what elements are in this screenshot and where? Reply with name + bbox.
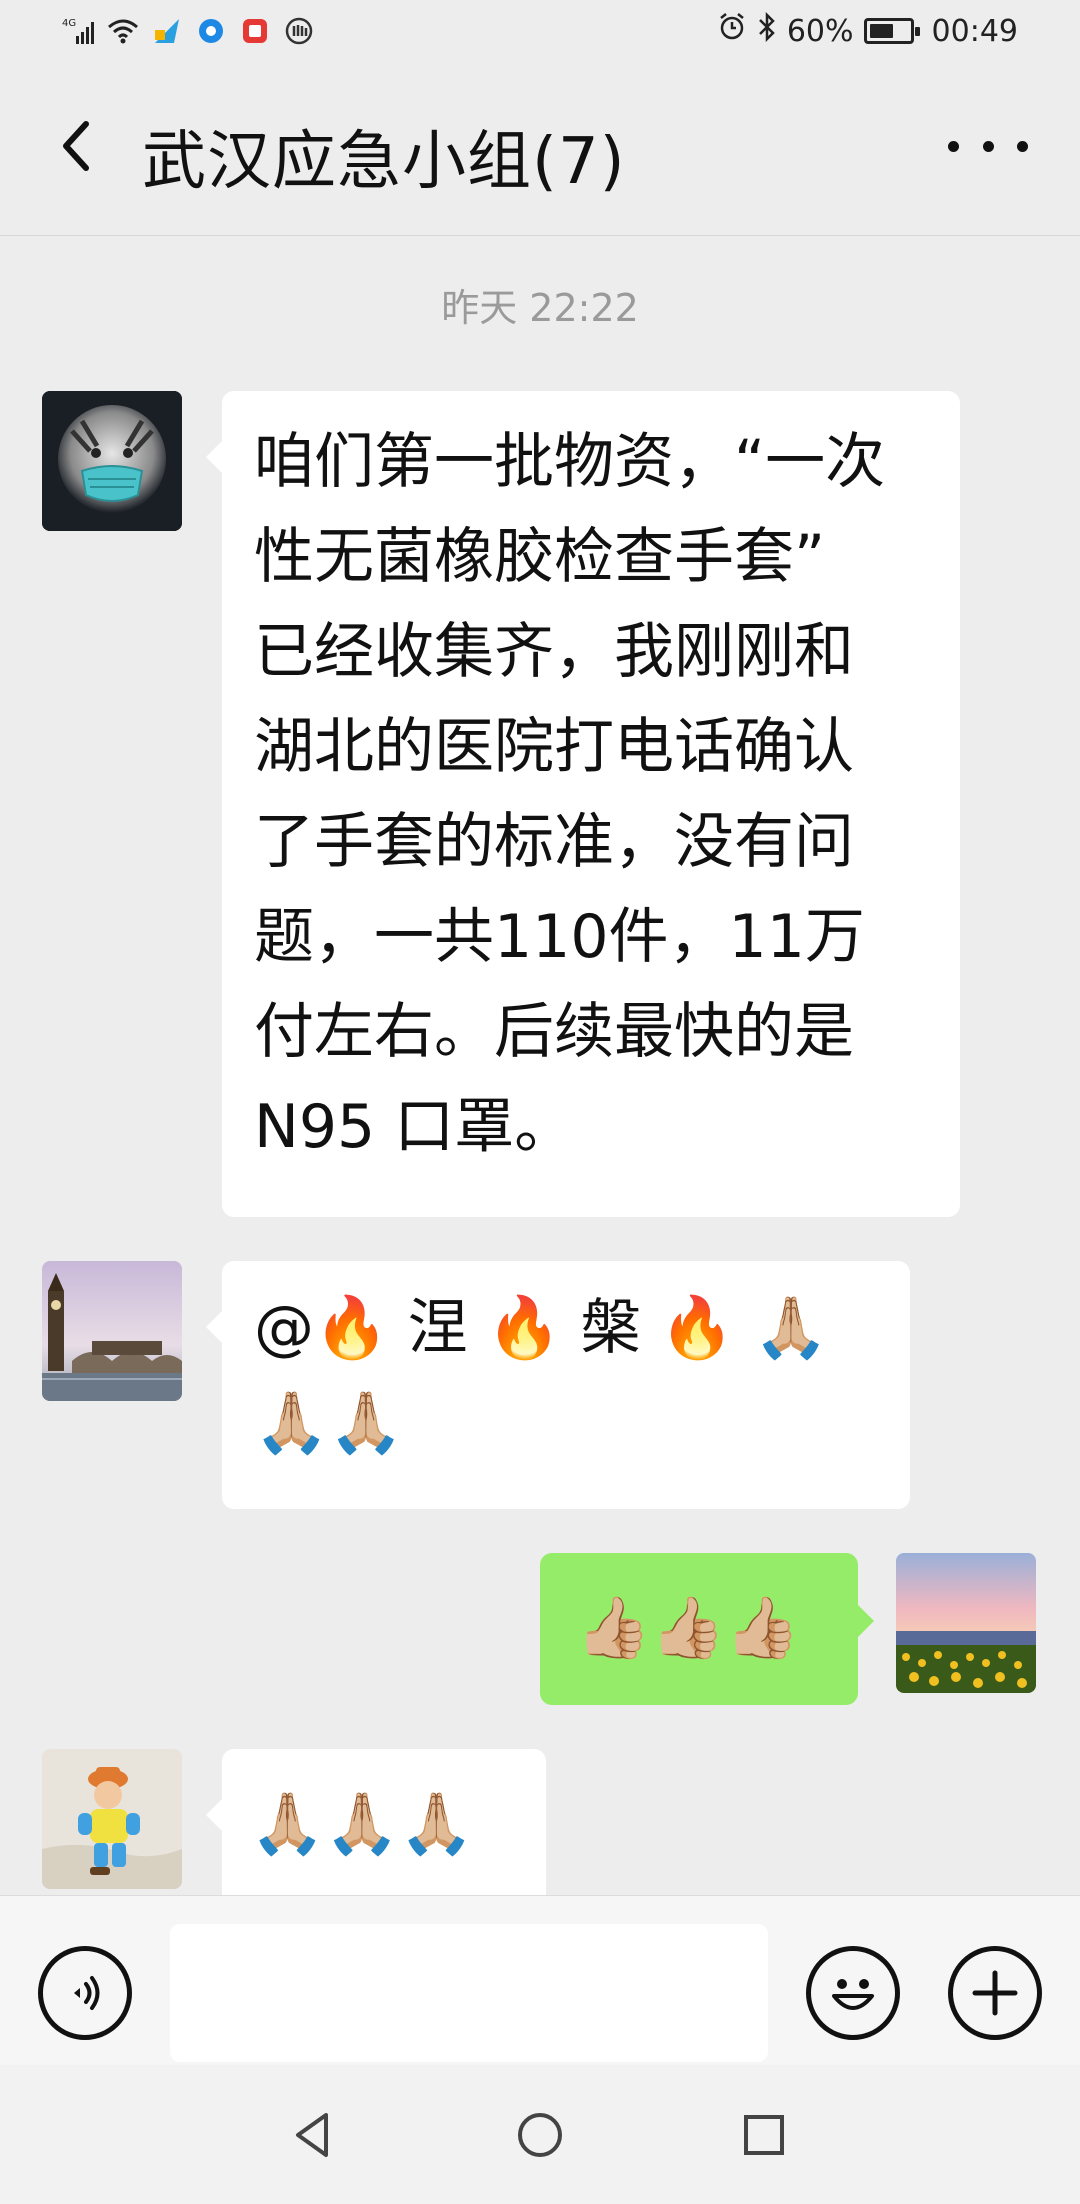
wifi-icon: [106, 14, 140, 48]
avatar[interactable]: [42, 391, 182, 531]
plus-icon: [972, 1970, 1018, 2016]
app-icon: [150, 14, 184, 48]
avatar[interactable]: [42, 1749, 182, 1889]
chat-input-bar: [0, 1895, 1080, 2065]
bluetooth-icon: [757, 11, 777, 50]
message-text: 👍🏼👍🏼👍🏼: [576, 1593, 801, 1663]
nav-recents-button[interactable]: [734, 2105, 794, 2165]
chevron-left-icon: [63, 121, 89, 171]
message-input[interactable]: [170, 1924, 768, 2062]
status-bar: 4G 60% 00:49: [0, 0, 1080, 66]
more-functions-button[interactable]: [948, 1946, 1042, 2040]
nav-home-button[interactable]: [510, 2105, 570, 2165]
message-text: 咱们第一批物资，“一次 性无菌橡胶检查手套” 已经收集齐，我刚刚和 湖北的医院打…: [254, 427, 886, 1162]
battery-percent: 60%: [786, 13, 854, 49]
app-icon: [282, 14, 316, 48]
back-button[interactable]: [44, 106, 104, 186]
signal-icon: 4G: [62, 14, 96, 48]
battery-level: [869, 24, 893, 38]
sunflower-avatar: [896, 1553, 1036, 1693]
more-button[interactable]: [948, 126, 1028, 166]
message-bubble-self[interactable]: 👍🏼👍🏼👍🏼: [540, 1553, 874, 1705]
message-bubble[interactable]: @🔥 涅 🔥 槃 🔥 🙏🏼 🙏🏼🙏🏼: [206, 1261, 910, 1509]
nav-back-icon: [296, 2113, 328, 2157]
message-timestamp: 昨天 22:22: [441, 286, 639, 330]
emoji-icon: [832, 1979, 874, 2010]
message-text: @🔥 涅 🔥 槃 🔥 🙏🏼 🙏🏼🙏🏼: [254, 1293, 829, 1458]
chat-title: 武汉应急小组(7): [142, 125, 626, 199]
message-bubble[interactable]: 🙏🏼🙏🏼🙏🏼: [206, 1749, 546, 1895]
alarm-icon: [717, 12, 747, 50]
tiger-mask-avatar: [42, 391, 182, 531]
chat-header: 武汉应急小组(7): [0, 66, 1080, 236]
message-text: 🙏🏼🙏🏼🙏🏼: [250, 1789, 475, 1859]
nav-home-icon: [518, 2113, 562, 2157]
avatar[interactable]: [42, 1261, 182, 1401]
network-type: 4G: [62, 18, 76, 29]
voice-icon: [74, 1976, 100, 2010]
emoji-button[interactable]: [806, 1946, 900, 2040]
avatar[interactable]: [896, 1553, 1036, 1693]
nav-back-button[interactable]: [284, 2105, 344, 2165]
nav-recents-icon: [744, 2115, 784, 2155]
more-icon: [948, 140, 959, 152]
system-nav-bar: [0, 2065, 1080, 2204]
battery-icon: [863, 18, 920, 44]
app-icon: [238, 14, 272, 48]
message-bubble[interactable]: 咱们第一批物资，“一次 性无菌橡胶检查手套” 已经收集齐，我刚刚和 湖北的医院打…: [206, 391, 960, 1217]
voice-button[interactable]: [38, 1946, 132, 2040]
status-right-icons: 60% 00:49: [717, 11, 1018, 50]
message-list[interactable]: 昨天 22:22 咱们第一批物资，“一次 性无菌橡胶检查手套” 已经收集齐，我刚…: [0, 237, 1080, 1895]
child-avatar: [42, 1749, 182, 1889]
app-icon: [194, 14, 228, 48]
clock: 00:49: [931, 13, 1018, 49]
big-ben-avatar: [42, 1261, 182, 1401]
wechat-group-chat-screen: 4G 60% 00:49 武汉应急小组(7) 昨天 22:22 咱们第一批物资，…: [0, 0, 1080, 2204]
status-left-icons: 4G: [62, 14, 316, 48]
